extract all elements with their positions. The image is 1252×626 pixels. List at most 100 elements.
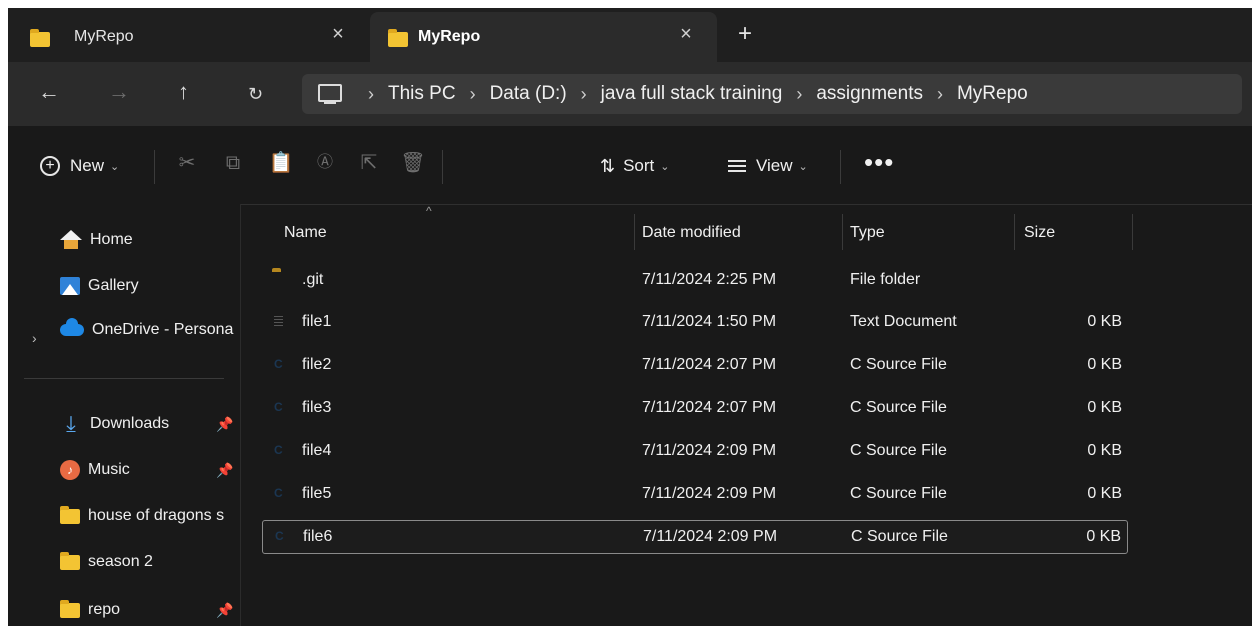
file-row-file1[interactable]: file1 7/11/2024 1:50 PM Text Document 0 … bbox=[262, 306, 1128, 340]
column-divider[interactable] bbox=[634, 214, 635, 250]
sidebar-item-label: Music bbox=[88, 461, 130, 478]
toolbar-divider bbox=[442, 150, 443, 184]
view-label: View bbox=[756, 156, 793, 175]
back-button[interactable]: ← bbox=[38, 80, 60, 104]
more-options-button[interactable]: ••• bbox=[864, 149, 894, 175]
refresh-icon: ↻ bbox=[248, 84, 264, 104]
share-icon[interactable]: ⇱ bbox=[356, 150, 382, 176]
sort-button[interactable]: ⇅ Sort ⌄ bbox=[600, 154, 670, 178]
monitor-icon bbox=[318, 84, 342, 104]
sidebar-item-onedrive[interactable]: OneDrive - Persona bbox=[60, 316, 236, 344]
file-row-file6-selected[interactable]: file6 7/11/2024 2:09 PM C Source File 0 … bbox=[262, 520, 1128, 554]
sidebar-divider bbox=[24, 378, 224, 379]
sort-icon: ⇅ bbox=[600, 155, 616, 176]
paste-icon[interactable]: 📋 bbox=[268, 150, 294, 176]
file-date: 7/11/2024 2:07 PM bbox=[642, 399, 777, 416]
sidebar-item-home[interactable]: Home bbox=[60, 226, 236, 254]
close-icon[interactable]: × bbox=[676, 24, 696, 44]
chevron-right-icon[interactable]: › bbox=[32, 330, 37, 346]
sidebar-item-gallery[interactable]: Gallery bbox=[60, 272, 236, 300]
file-type: C Source File bbox=[850, 356, 947, 373]
chevron-down-icon: ⌄ bbox=[798, 160, 808, 173]
sidebar-item-label: house of dragons s bbox=[88, 507, 225, 524]
pin-icon: 📌 bbox=[216, 416, 234, 432]
onedrive-icon bbox=[60, 318, 84, 336]
file-row-file3[interactable]: file3 7/11/2024 2:07 PM C Source File 0 … bbox=[262, 392, 1128, 426]
file-explorer-window: MyRepo × MyRepo × + ← → ↑ ↻ › This PC › … bbox=[8, 8, 1252, 626]
sidebar-item-downloads[interactable]: ⤓ Downloads bbox=[60, 410, 236, 438]
chevron-right-icon[interactable]: › bbox=[937, 84, 943, 105]
up-button[interactable]: ↑ bbox=[178, 80, 189, 104]
sidebar-item-repo[interactable]: repo bbox=[60, 596, 236, 624]
music-icon: ♪ bbox=[60, 460, 80, 480]
toolbar-divider bbox=[154, 150, 155, 184]
breadcrumb-this-pc[interactable]: This PC bbox=[388, 83, 456, 105]
file-size: 0 KB bbox=[1087, 313, 1122, 330]
toolbar-divider bbox=[840, 150, 841, 184]
tab-myrepo-2-active[interactable]: MyRepo × bbox=[370, 12, 717, 62]
file-row-git[interactable]: .git 7/11/2024 2:25 PM File folder bbox=[262, 264, 1128, 298]
view-button[interactable]: View ⌄ bbox=[728, 154, 808, 178]
chevron-down-icon: ⌄ bbox=[110, 160, 120, 173]
copy-icon[interactable]: ⧉ bbox=[220, 150, 246, 176]
file-type: C Source File bbox=[850, 485, 947, 502]
cut-icon[interactable]: ✂ bbox=[174, 150, 200, 176]
file-type: Text Document bbox=[850, 313, 957, 330]
rename-icon[interactable]: Ⓐ bbox=[312, 150, 338, 176]
column-header-date-modified[interactable]: Date modified bbox=[642, 224, 741, 242]
delete-icon[interactable]: 🗑 bbox=[400, 150, 426, 176]
new-tab-button[interactable]: + bbox=[738, 22, 752, 46]
file-size: 0 KB bbox=[1087, 356, 1122, 373]
sidebar-item-season-2[interactable]: season 2 bbox=[60, 548, 236, 576]
column-header-type[interactable]: Type bbox=[850, 224, 885, 242]
sidebar-item-label: Home bbox=[90, 231, 133, 248]
sidebar-item-house-of-dragons[interactable]: house of dragons s bbox=[60, 502, 236, 530]
view-lines-icon bbox=[728, 157, 746, 175]
tab-title: MyRepo bbox=[74, 28, 134, 45]
breadcrumb-assignments[interactable]: assignments bbox=[816, 83, 923, 105]
file-size: 0 KB bbox=[1087, 485, 1122, 502]
refresh-button[interactable]: ↻ bbox=[248, 82, 263, 106]
sidebar-item-music[interactable]: ♪ Music bbox=[60, 456, 236, 484]
new-label: New bbox=[70, 156, 105, 175]
file-list: ^ Name Date modified Type Size .git 7/11… bbox=[240, 204, 1252, 626]
breadcrumb-myrepo[interactable]: MyRepo bbox=[957, 83, 1028, 105]
file-date: 7/11/2024 2:09 PM bbox=[642, 442, 777, 459]
column-header-size[interactable]: Size bbox=[1024, 224, 1055, 242]
file-name: file2 bbox=[302, 356, 332, 373]
folder-icon bbox=[60, 505, 80, 524]
file-row-file5[interactable]: file5 7/11/2024 2:09 PM C Source File 0 … bbox=[262, 478, 1128, 512]
breadcrumb-java-full-stack-training[interactable]: java full stack training bbox=[601, 83, 783, 105]
column-divider[interactable] bbox=[1014, 214, 1015, 250]
column-header-name[interactable]: Name bbox=[284, 224, 327, 242]
sidebar-item-label: Gallery bbox=[88, 277, 139, 294]
file-name: file5 bbox=[302, 485, 332, 502]
file-name: file1 bbox=[302, 313, 332, 330]
sidebar-item-label: season 2 bbox=[88, 553, 153, 570]
breadcrumb-data-d[interactable]: Data (D:) bbox=[490, 83, 567, 105]
forward-button[interactable]: → bbox=[108, 80, 130, 104]
close-icon[interactable]: × bbox=[328, 24, 348, 44]
chevron-right-icon[interactable]: › bbox=[796, 84, 802, 105]
file-type: File folder bbox=[850, 271, 921, 288]
navigation-bar: ← → ↑ ↻ › This PC › Data (D:) › java ful… bbox=[8, 62, 1252, 126]
chevron-right-icon[interactable]: › bbox=[368, 84, 374, 105]
chevron-right-icon[interactable]: › bbox=[470, 84, 476, 105]
file-name: file3 bbox=[302, 399, 332, 416]
pin-icon: 📌 bbox=[216, 602, 234, 618]
file-row-file4[interactable]: file4 7/11/2024 2:09 PM C Source File 0 … bbox=[262, 435, 1128, 469]
chevron-right-icon[interactable]: › bbox=[581, 84, 587, 105]
file-size: 0 KB bbox=[1087, 399, 1122, 416]
sort-ascending-icon: ^ bbox=[426, 204, 432, 218]
new-button[interactable]: + New ⌄ bbox=[40, 154, 119, 178]
column-divider[interactable] bbox=[842, 214, 843, 250]
file-name: file6 bbox=[303, 528, 333, 545]
file-date: 7/11/2024 2:25 PM bbox=[642, 271, 777, 288]
address-bar[interactable]: › This PC › Data (D:) › java full stack … bbox=[302, 74, 1242, 114]
chevron-down-icon: ⌄ bbox=[660, 160, 670, 173]
file-type: C Source File bbox=[851, 528, 948, 545]
column-divider[interactable] bbox=[1132, 214, 1133, 250]
file-row-file2[interactable]: file2 7/11/2024 2:07 PM C Source File 0 … bbox=[262, 349, 1128, 383]
folder-icon bbox=[388, 29, 408, 47]
tab-myrepo-1[interactable]: MyRepo × bbox=[8, 12, 370, 58]
